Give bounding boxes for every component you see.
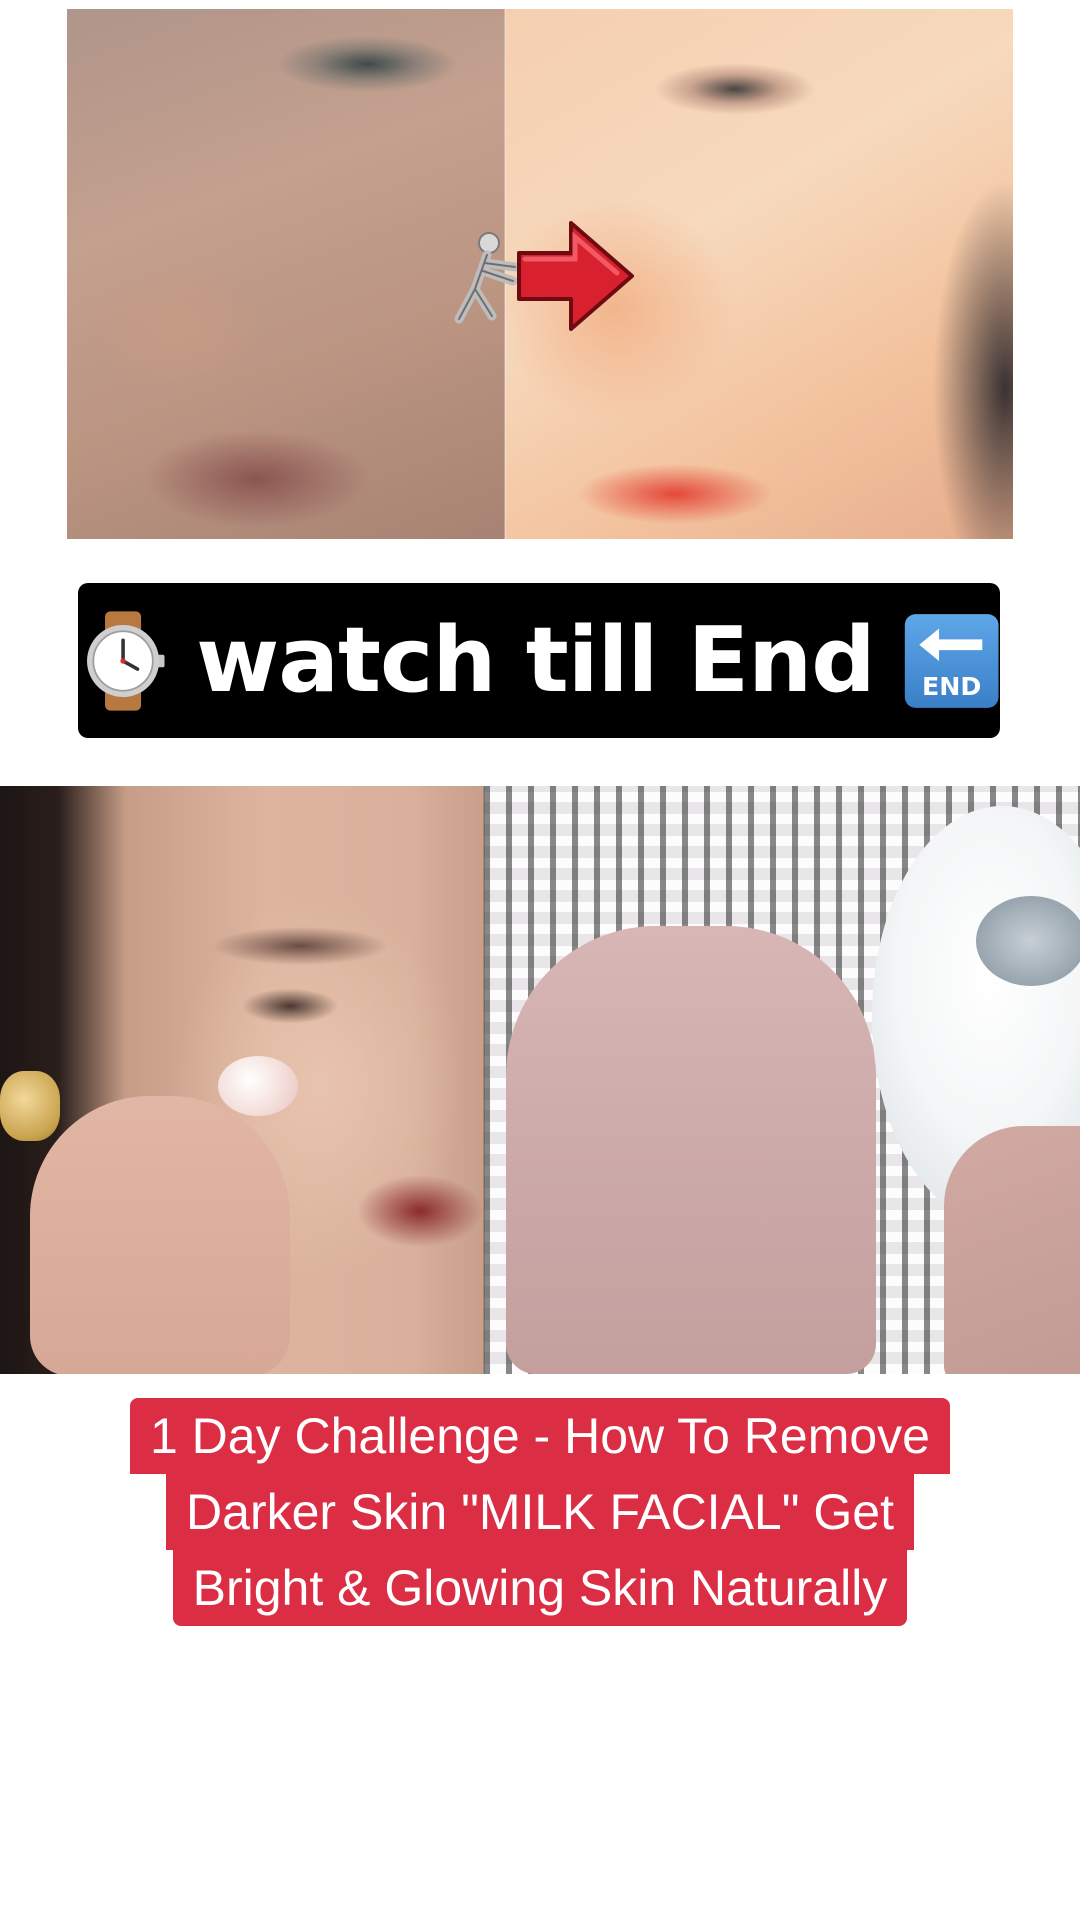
wristwatch-icon	[87, 610, 165, 711]
svg-text:END: END	[922, 672, 981, 701]
caption-line-2: Darker Skin "MILK FACIAL" Get	[166, 1474, 914, 1550]
person-pushing-arrow-icon	[454, 221, 634, 331]
caption-line-3: Bright & Glowing Skin Naturally	[172, 1550, 908, 1626]
caption-line-1: 1 Day Challenge - How To Remove	[129, 1398, 950, 1474]
spoon	[976, 896, 1080, 986]
earring	[0, 1071, 60, 1141]
end-arrow-icon: END	[904, 613, 999, 708]
cream-dab	[218, 1056, 298, 1116]
banner-text: watch till End	[196, 608, 876, 713]
video-caption: 1 Day Challenge - How To Remove Darker S…	[0, 1398, 1080, 1626]
hand-and-milk-bowl-image	[484, 786, 1080, 1374]
split-divider	[483, 786, 485, 1374]
hand	[30, 1096, 290, 1374]
video-frame: watch till End END 1 Day Challenge - How…	[0, 0, 1080, 1920]
fist	[506, 926, 876, 1374]
before-after-image	[67, 9, 1013, 539]
milk-facial-split-image	[0, 786, 1080, 1374]
face-cream-application-image	[0, 786, 484, 1374]
holding-hand	[944, 1126, 1080, 1374]
watch-till-end-banner: watch till End END	[78, 583, 1000, 738]
